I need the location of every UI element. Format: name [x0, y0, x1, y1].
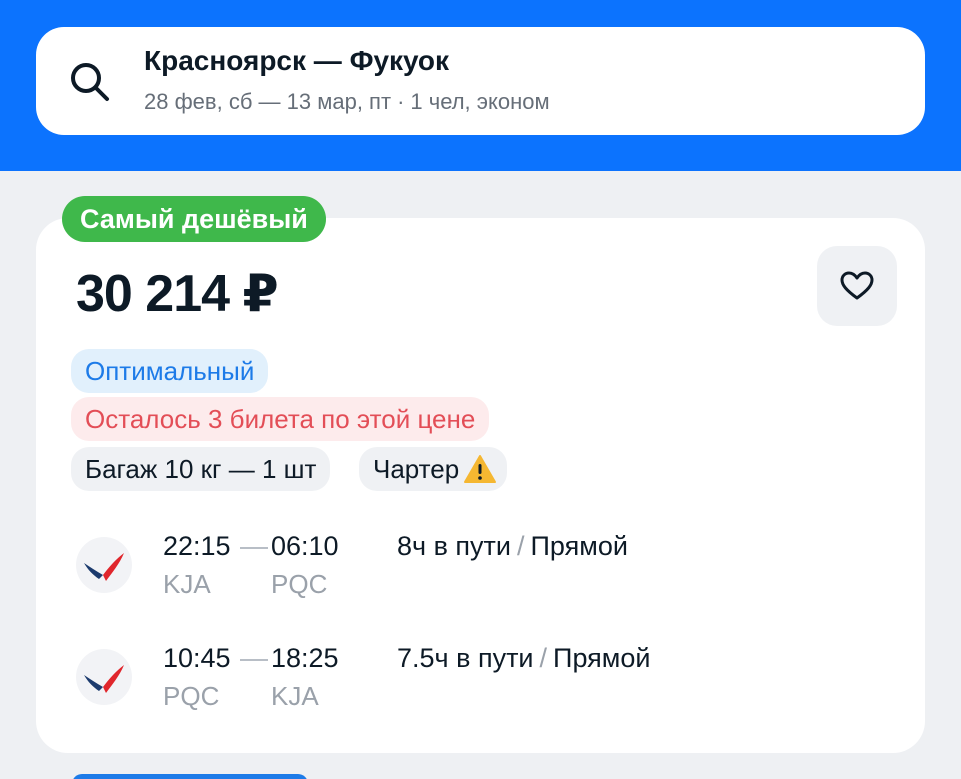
info-divider: /	[517, 531, 525, 561]
search-separator: ·	[397, 89, 405, 114]
search-route[interactable]: Красноярск — Фукуок	[144, 45, 449, 77]
next-card-badge-edge	[72, 774, 308, 779]
search-passengers: 1 чел, эконом	[410, 89, 550, 114]
ticket-price: 30 214 ₽	[76, 265, 279, 323]
arrival-airport: PQC	[271, 569, 328, 599]
search-dates: 28 фев, сб — 13 мар, пт	[144, 89, 392, 114]
departure-time: 22:15	[163, 531, 231, 561]
heart-icon	[840, 271, 874, 300]
airline-logo	[76, 537, 132, 593]
arrival-airport: KJA	[271, 681, 319, 711]
airline-logo-icon	[84, 553, 124, 581]
tickets-left-tag: Осталось 3 билета по этой цене	[71, 397, 490, 441]
warning-icon	[464, 455, 497, 483]
info-divider: /	[539, 643, 548, 673]
time-connector	[240, 659, 268, 661]
flight-info: 7.5ч в пути / Прямой	[397, 643, 650, 674]
baggage-tag: Багаж 10 кг — 1 шт	[71, 447, 331, 491]
flight-duration: 7.5ч в пути	[397, 643, 534, 673]
airline-logo	[76, 649, 132, 705]
arrival-time: 06:10	[271, 531, 339, 561]
flight-duration: 8ч в пути	[397, 531, 511, 561]
cheapest-badge: Самый дешёвый	[62, 196, 326, 242]
time-connector	[240, 547, 268, 549]
flight-type: Прямой	[553, 643, 651, 673]
search-params[interactable]: 28 фев, сб — 13 мар, пт · 1 чел, эконом	[144, 89, 550, 115]
flight-segment-return: 10:45 18:25 PQC KJA 7.5ч в пути / Прямой	[0, 637, 961, 727]
flight-type: Прямой	[530, 531, 628, 561]
departure-airport: KJA	[163, 569, 211, 599]
departure-airport: PQC	[163, 681, 220, 711]
departure-time: 10:45	[163, 643, 231, 673]
favorite-button[interactable]	[817, 246, 897, 326]
search-summary-bar[interactable]	[36, 27, 925, 135]
airline-logo-icon	[84, 665, 124, 693]
optimal-tag: Оптимальный	[71, 349, 269, 393]
flight-segment-outbound: 22:15 06:10 KJA PQC 8ч в пути / Прямой	[0, 525, 961, 615]
flight-info: 8ч в пути / Прямой	[397, 531, 628, 562]
charter-tag[interactable]: Чартер	[359, 447, 508, 491]
arrival-time: 18:25	[271, 643, 339, 673]
charter-label: Чартер	[373, 454, 460, 484]
search-icon[interactable]	[68, 60, 112, 104]
